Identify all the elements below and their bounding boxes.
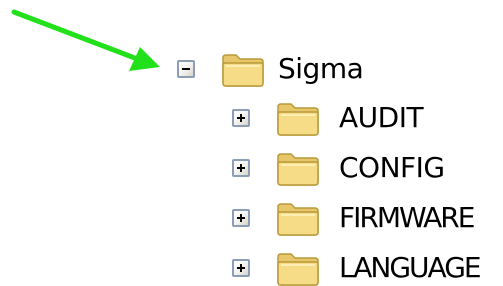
collapse-toggle[interactable] (177, 60, 195, 78)
tree-node-firmware[interactable]: FIRMWARE (232, 198, 502, 238)
tree-node-label: Sigma (278, 52, 364, 85)
tree-node-label: CONFIG (339, 151, 445, 184)
arrow-icon (11, 9, 160, 71)
tree-node-label: LANGUAGE (339, 251, 482, 284)
folder-icon (275, 248, 321, 286)
plus-icon (237, 264, 245, 272)
tree-node-sigma[interactable]: Sigma (177, 49, 377, 89)
folder-icon (220, 49, 266, 89)
tree-node-config[interactable]: CONFIG (232, 148, 452, 188)
tree-node-label: AUDIT (339, 101, 424, 134)
tree-node-language[interactable]: LANGUAGE (232, 248, 502, 286)
plus-icon (237, 164, 245, 172)
expand-toggle[interactable] (232, 159, 250, 177)
expand-toggle[interactable] (232, 209, 250, 227)
expand-toggle[interactable] (232, 109, 250, 127)
folder-icon (275, 198, 321, 238)
plus-icon (237, 214, 245, 222)
minus-icon (182, 68, 190, 70)
plus-icon (237, 114, 245, 122)
tree-node-label: FIRMWARE (339, 201, 475, 234)
folder-icon (275, 148, 321, 188)
folder-icon (275, 98, 321, 138)
expand-toggle[interactable] (232, 259, 250, 277)
tree-node-audit[interactable]: AUDIT (232, 98, 432, 138)
